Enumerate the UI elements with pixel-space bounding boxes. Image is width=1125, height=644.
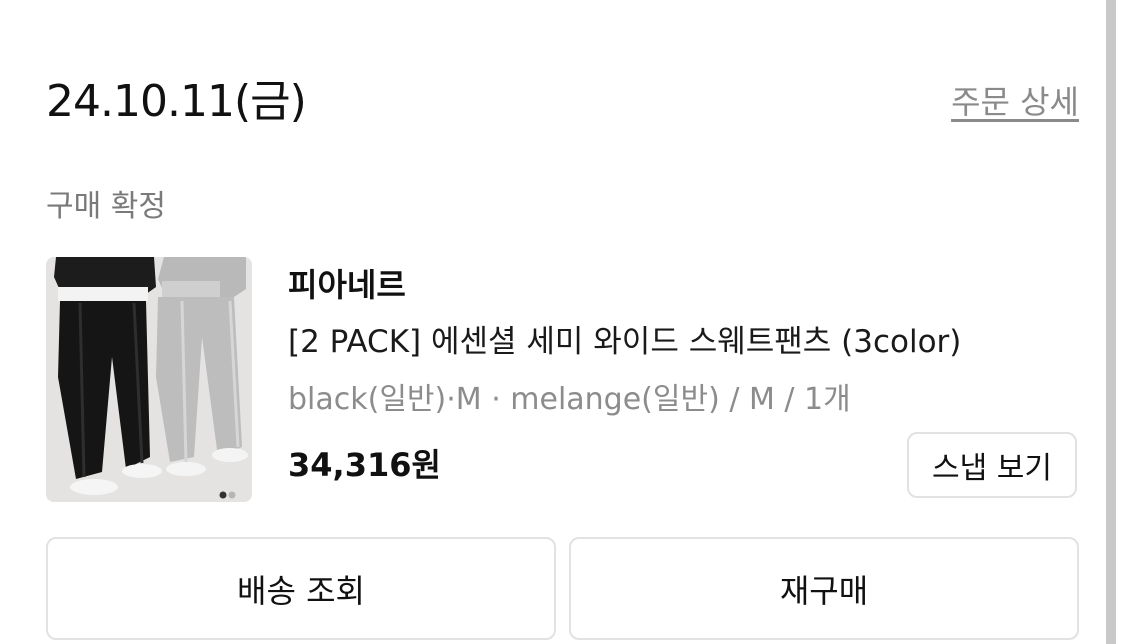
product-name[interactable]: [2 PACK] 에센셜 세미 와이드 스웨트팬츠 (3color) [288,321,961,363]
order-detail-link[interactable]: 주문 상세 [951,80,1079,124]
snap-view-button[interactable]: 스냅 보기 [907,432,1077,498]
carousel-dot [228,491,236,499]
product-thumbnail[interactable] [46,257,252,502]
rebuy-button[interactable]: 재구매 [569,537,1079,640]
carousel-dot-active [219,491,227,499]
shipping-tracking-button[interactable]: 배송 조회 [46,537,556,640]
product-option: black(일반)·M · melange(일반) / M / 1개 [288,382,851,417]
product-photo [46,257,252,502]
scrollbar[interactable] [1106,0,1116,644]
product-brand[interactable]: 피아네르 [288,264,406,306]
order-status: 구매 확정 [46,189,166,224]
order-date: 24.10.11(금) [46,76,307,127]
product-price: 34,316원 [288,446,441,484]
